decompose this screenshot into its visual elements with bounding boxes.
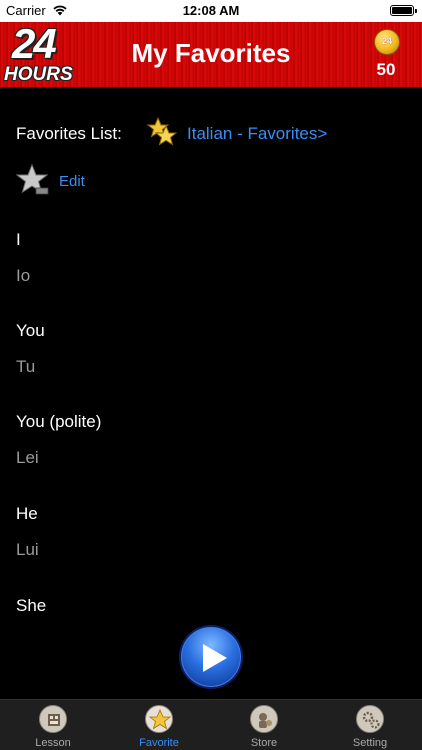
tab-store-label: Store (250, 737, 278, 749)
coin-icon-label: 24 (381, 36, 392, 46)
edit-button[interactable]: Edit (59, 173, 85, 190)
coin-icon[interactable]: 24 (374, 29, 400, 55)
list-item[interactable]: He Lui (16, 504, 39, 560)
italian-phrase: Io (16, 266, 31, 285)
list-item[interactable]: She (16, 596, 46, 616)
english-phrase: You (16, 321, 45, 340)
list-item[interactable]: You Tu (16, 321, 45, 377)
english-phrase: You (polite) (16, 412, 102, 431)
italian-phrase: Tu (16, 357, 36, 376)
page-title: My Favorites (131, 38, 291, 68)
favorites-stars-icon[interactable] (144, 114, 182, 152)
edit-star-icon[interactable] (14, 162, 52, 200)
italian-phrase: Lei (16, 448, 39, 467)
tab-store[interactable]: Store (211, 700, 317, 750)
app-header: 24 HOURS My Favorites 24 50 (0, 20, 422, 88)
english-phrase: I (16, 230, 21, 249)
tab-favorite[interactable]: Favorite (106, 700, 212, 750)
tab-bar: Lesson Favorite Store Setting (0, 699, 422, 750)
list-item[interactable]: You (polite) Lei (16, 412, 101, 468)
tab-favorite-label: Favorite (139, 737, 179, 749)
store-icon (250, 705, 278, 733)
tab-lesson[interactable]: Lesson (0, 700, 106, 750)
lesson-icon (39, 705, 67, 733)
list-item[interactable]: I Io (16, 230, 30, 286)
tab-setting[interactable]: Setting (317, 700, 422, 750)
status-bar: Carrier 12:08 AM (0, 0, 422, 22)
setting-icon (356, 705, 384, 733)
english-phrase: She (16, 596, 47, 615)
clock: 12:08 AM (182, 3, 240, 18)
favorites-list-link[interactable]: Italian - Favorites> (187, 124, 327, 144)
tab-setting-label: Setting (352, 737, 388, 749)
star-icon (145, 705, 173, 733)
english-phrase: He (16, 504, 38, 523)
coin-count: 50 (376, 60, 396, 79)
italian-phrase: Lui (16, 540, 39, 559)
play-button[interactable] (179, 625, 243, 689)
tab-lesson-label: Lesson (35, 737, 71, 749)
favorites-list-label: Favorites List: (16, 124, 122, 143)
battery-icon (390, 5, 417, 16)
play-icon (203, 644, 227, 672)
